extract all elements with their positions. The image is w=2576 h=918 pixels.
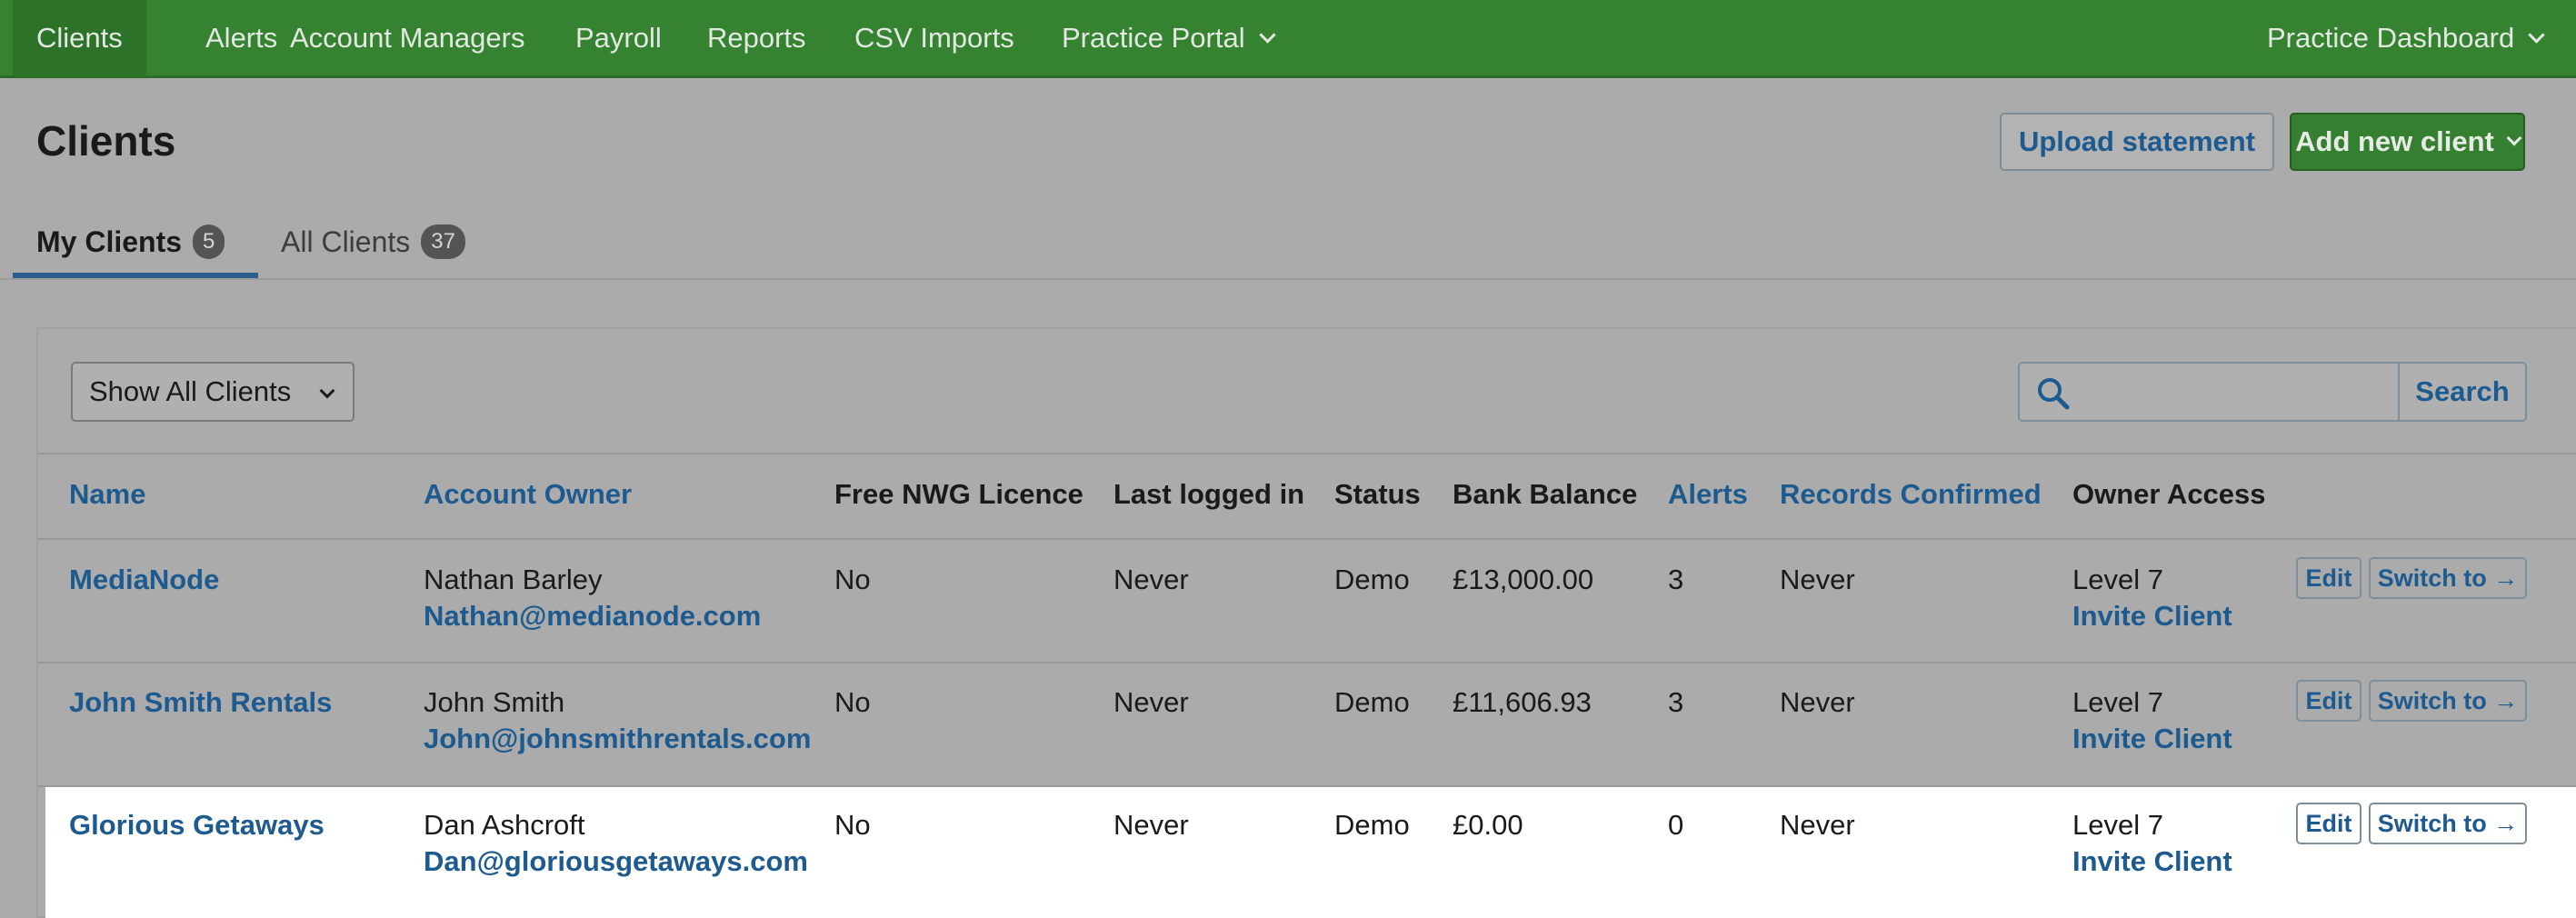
search-icon [2038, 378, 2070, 410]
status-value: Demo [1334, 809, 1410, 841]
alerts-value: 0 [1668, 809, 1684, 841]
owner-name: Dan Ashcroft [424, 809, 585, 841]
chevron-down-icon [319, 383, 335, 399]
last-login-value: Never [1113, 809, 1189, 841]
divider [38, 538, 2576, 540]
nav-account-managers[interactable]: Account Managers [266, 0, 548, 76]
bank-balance-value: £11,606.93 [1453, 686, 1592, 718]
licence-value: No [834, 686, 871, 718]
status-value: Demo [1334, 564, 1410, 595]
tabs-divider [0, 278, 2576, 280]
header-owner-access: Owner Access [2072, 478, 2266, 510]
bank-balance-value: £0.00 [1453, 809, 1523, 841]
switch-to-button[interactable]: Switch to → [2369, 803, 2527, 844]
add-new-client-button[interactable]: Add new client [2290, 113, 2525, 171]
nav-reports[interactable]: Reports [684, 0, 830, 76]
client-filter-select[interactable]: Show All Clients [71, 362, 354, 422]
access-level: Level 7 [2072, 686, 2163, 718]
header-bank-balance: Bank Balance [1453, 478, 1638, 510]
header-account-owner[interactable]: Account Owner [424, 478, 632, 511]
search-input[interactable] [2018, 362, 2400, 422]
edit-button[interactable]: Edit [2296, 680, 2361, 722]
records-value: Never [1780, 564, 1855, 595]
upload-statement-button[interactable]: Upload statement [2000, 113, 2274, 171]
nav-practice-dashboard[interactable]: Practice Dashboard [2243, 0, 2566, 76]
count-badge: 37 [421, 225, 465, 259]
client-name-link[interactable]: Glorious Getaways [69, 809, 324, 842]
clients-panel: Show All Clients Search Name Account Own… [36, 327, 2576, 918]
nav-clients[interactable]: Clients [13, 0, 146, 76]
owner-email-link[interactable]: Dan@gloriousgetaways.com [424, 845, 808, 878]
last-login-value: Never [1113, 564, 1189, 595]
invite-client-link[interactable]: Invite Client [2072, 723, 2232, 755]
status-value: Demo [1334, 686, 1410, 718]
records-value: Never [1780, 809, 1855, 841]
header-records-confirmed[interactable]: Records Confirmed [1780, 478, 2042, 511]
invite-client-link[interactable]: Invite Client [2072, 600, 2232, 633]
nav-payroll[interactable]: Payroll [552, 0, 685, 76]
edit-button[interactable]: Edit [2296, 803, 2361, 844]
licence-value: No [834, 809, 871, 841]
owner-name: John Smith [424, 686, 565, 718]
alerts-value: 3 [1668, 686, 1684, 718]
page-title: Clients [36, 117, 176, 165]
licence-value: No [834, 564, 871, 595]
top-nav: Clients Alerts Account Managers Payroll … [0, 0, 2576, 78]
alerts-value: 3 [1668, 564, 1684, 595]
owner-email-link[interactable]: Nathan@medianode.com [424, 600, 761, 633]
access-level: Level 7 [2072, 564, 2163, 595]
divider [38, 453, 2576, 454]
last-login-value: Never [1113, 686, 1189, 718]
owner-name: Nathan Barley [424, 564, 603, 595]
client-name-link[interactable]: John Smith Rentals [69, 686, 332, 719]
search-button[interactable]: Search [2398, 362, 2527, 422]
divider [38, 662, 2576, 664]
chevron-down-icon [2528, 25, 2545, 44]
header-status: Status [1334, 478, 1421, 510]
header-name[interactable]: Name [69, 478, 145, 511]
records-value: Never [1780, 686, 1855, 718]
edit-button[interactable]: Edit [2296, 557, 2361, 599]
switch-to-button[interactable]: Switch to → [2369, 557, 2527, 599]
header-last-logged-in: Last logged in [1113, 478, 1305, 510]
bank-balance-value: £13,000.00 [1453, 564, 1594, 595]
chevron-down-icon [1258, 25, 1276, 44]
header-free-nwg-licence: Free NWG Licence [834, 478, 1083, 510]
nav-practice-portal[interactable]: Practice Portal [1038, 0, 1297, 76]
tab-my-clients[interactable]: My Clients 5 [36, 205, 225, 278]
nav-csv-imports[interactable]: CSV Imports [831, 0, 1038, 76]
client-name-link[interactable]: MediaNode [69, 564, 219, 596]
invite-client-link[interactable]: Invite Client [2072, 845, 2232, 878]
access-level: Level 7 [2072, 809, 2163, 841]
count-badge: 5 [193, 225, 225, 259]
header-alerts[interactable]: Alerts [1668, 478, 1748, 511]
chevron-down-icon [2506, 130, 2522, 146]
owner-email-link[interactable]: John@johnsmithrentals.com [424, 723, 811, 755]
tab-all-clients[interactable]: All Clients 37 [281, 205, 465, 278]
switch-to-button[interactable]: Switch to → [2369, 680, 2527, 722]
